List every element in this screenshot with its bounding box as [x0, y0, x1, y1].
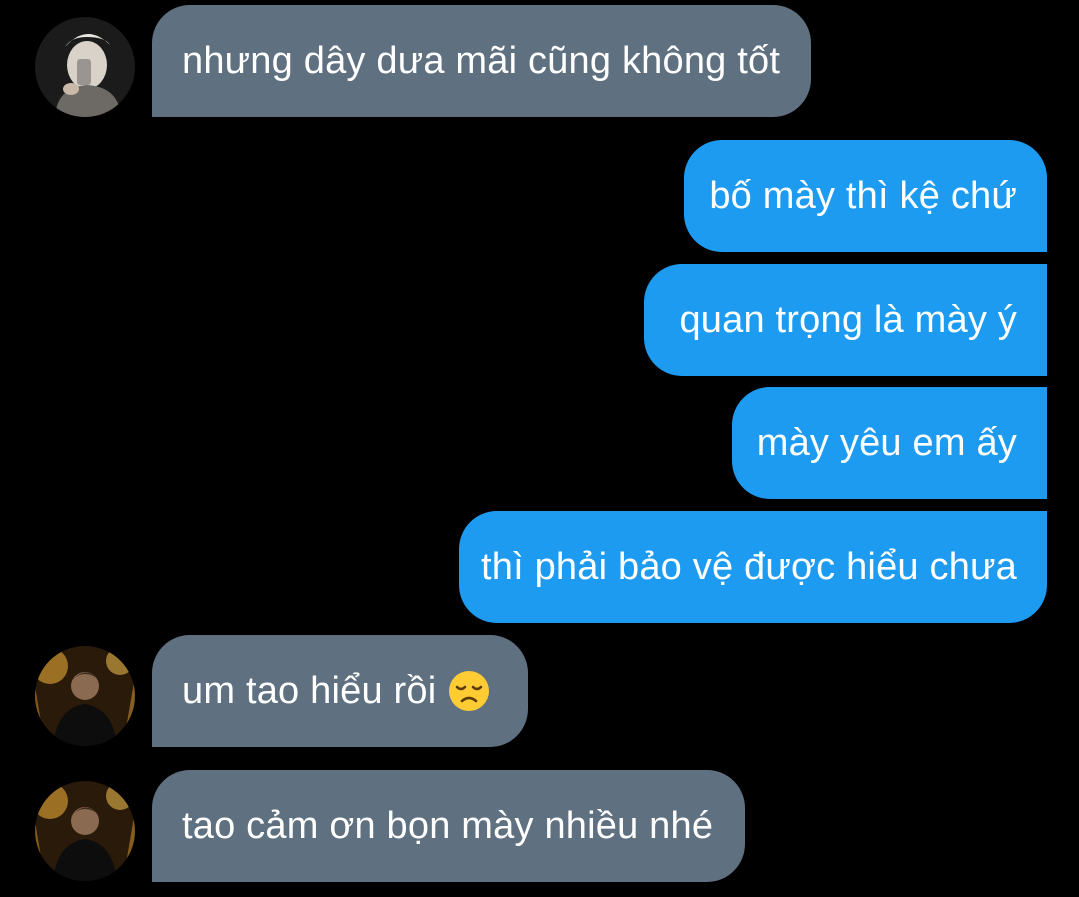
disappointed-face-emoji-icon: [448, 670, 490, 712]
avatar-night-portrait-icon: [35, 646, 135, 746]
message-text: bố mày thì kệ chứ: [709, 174, 1017, 217]
message-bubble-outgoing[interactable]: quan trọng là mày ý: [644, 264, 1047, 376]
message-text: um tao hiểu rồi: [182, 669, 437, 712]
message-text: tao cảm ơn bọn mày nhiều nhé: [182, 804, 714, 847]
message-text: mày yêu em ấy: [756, 421, 1017, 464]
message-bubble-outgoing[interactable]: bố mày thì kệ chứ: [684, 140, 1047, 252]
message-text: thì phải bảo vệ được hiểu chưa: [480, 545, 1017, 588]
message-bubble-outgoing[interactable]: thì phải bảo vệ được hiểu chưa: [459, 511, 1047, 623]
avatar[interactable]: [35, 646, 135, 746]
message-bubble-incoming[interactable]: nhưng dây dưa mãi cũng không tốt: [152, 5, 811, 117]
message-bubble-incoming[interactable]: tao cảm ơn bọn mày nhiều nhé: [152, 770, 745, 882]
message-bubble-incoming[interactable]: um tao hiểu rồi: [152, 635, 528, 747]
avatar[interactable]: [35, 781, 135, 881]
message-bubble-outgoing[interactable]: mày yêu em ấy: [732, 387, 1047, 499]
message-text: nhưng dây dưa mãi cũng không tốt: [182, 39, 781, 82]
avatar-mirror-selfie-icon: [35, 17, 135, 117]
avatar-night-portrait-icon: [35, 781, 135, 881]
avatar[interactable]: [35, 17, 135, 117]
message-text: quan trọng là mày ý: [679, 298, 1017, 341]
